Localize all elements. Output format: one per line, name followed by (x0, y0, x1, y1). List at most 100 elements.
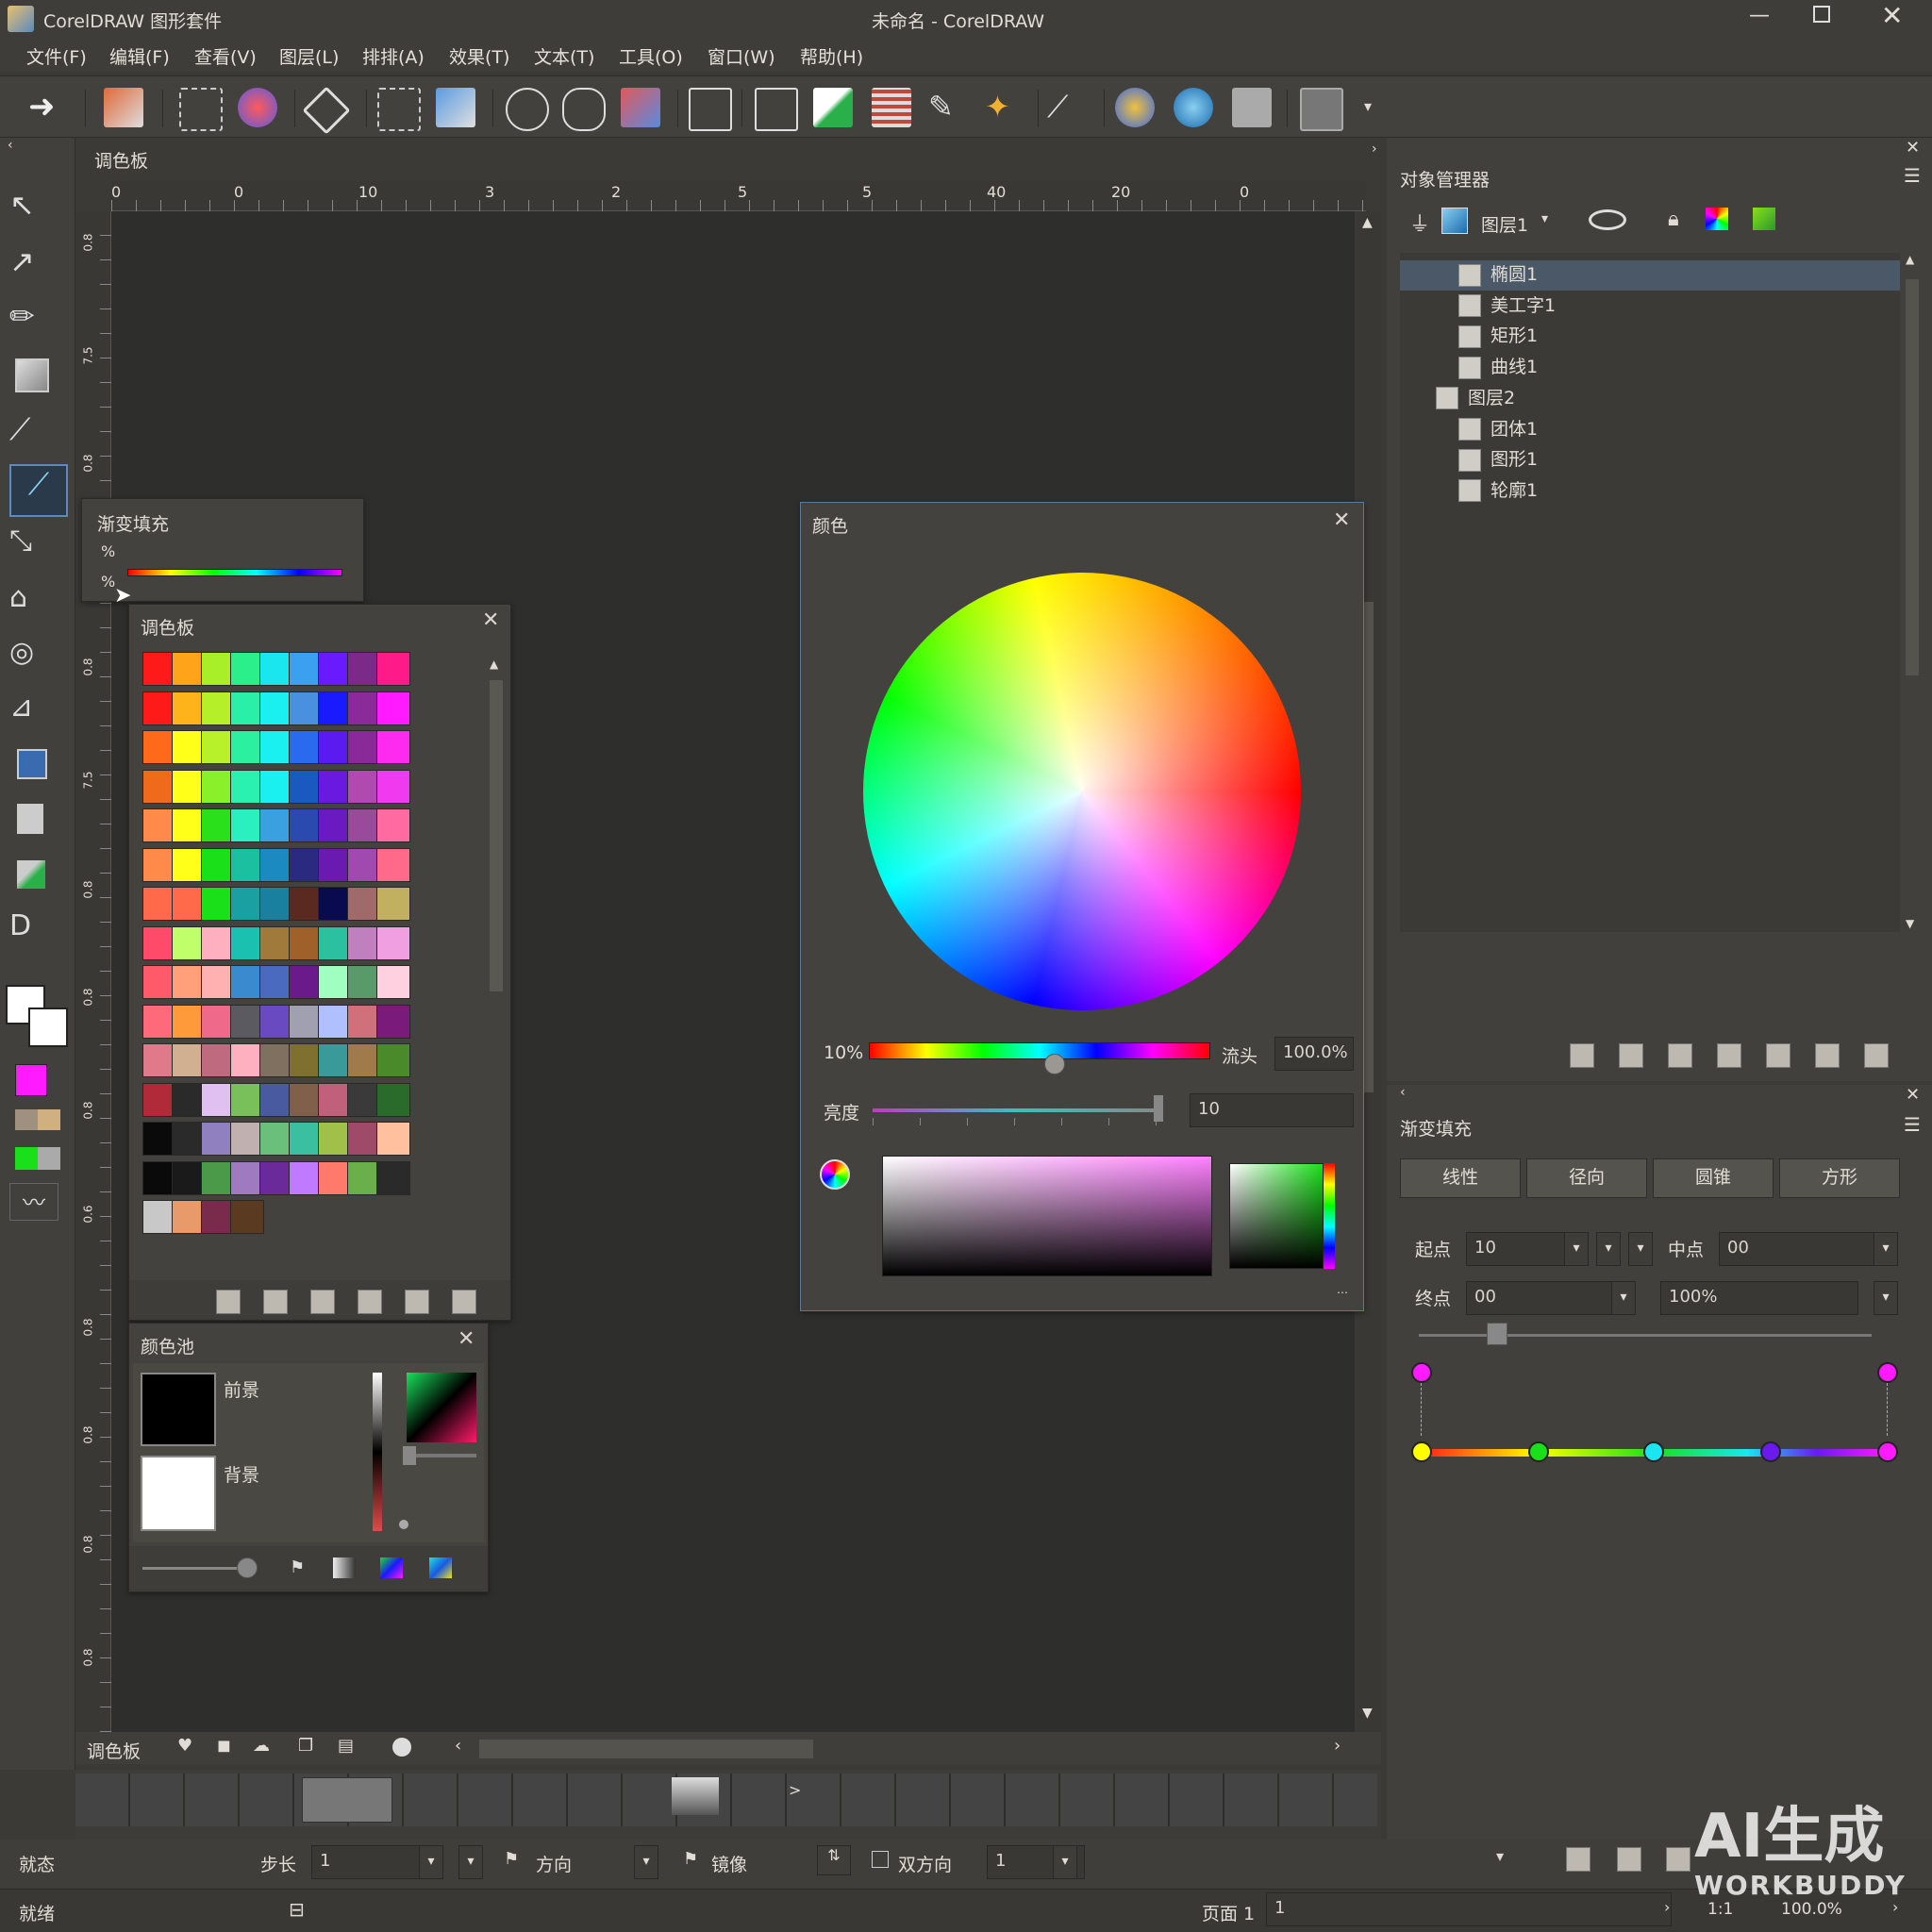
brightness-value-field[interactable]: 10 (1190, 1093, 1354, 1127)
gradient-icon[interactable] (813, 88, 853, 127)
color-wheel[interactable] (863, 573, 1301, 1010)
contour-tool-icon[interactable]: D (9, 909, 64, 958)
brightness-slider[interactable] (873, 1108, 1159, 1112)
mirror-flag-icon[interactable]: ⚑ (683, 1849, 698, 1869)
object-tree-scrollbar[interactable]: ▲ ▼ (1900, 253, 1924, 932)
rotate-icon[interactable] (302, 86, 351, 135)
menu-window[interactable]: 窗口(W) (708, 43, 775, 69)
maximize-icon[interactable] (1813, 6, 1830, 23)
palette-swatch[interactable] (376, 808, 410, 842)
lock-icon[interactable]: 🔒︎ (1668, 208, 1679, 231)
om-duplicate-icon[interactable] (1717, 1043, 1741, 1068)
hue-slider-thumb[interactable] (1044, 1054, 1065, 1074)
pick-tool-icon[interactable]: ↖ (9, 187, 64, 236)
green-swatch[interactable] (15, 1147, 60, 1170)
collapse-left-icon[interactable]: ‹ (8, 138, 13, 153)
rainbow-icon[interactable] (1706, 208, 1728, 230)
cloud-icon[interactable]: ☁ (253, 1736, 270, 1756)
menu-arrange[interactable]: 排排(A) (362, 43, 425, 69)
direction-flag-icon[interactable]: ⚑ (504, 1849, 519, 1869)
object-tree-item[interactable]: 矩形1 (1400, 322, 1900, 352)
pen-icon[interactable]: ✎ (928, 88, 968, 127)
start-dropdown-icon-2[interactable]: ▾ (1596, 1232, 1621, 1266)
palette-swatch[interactable] (376, 1004, 410, 1039)
size-slider-thumb[interactable] (237, 1557, 258, 1578)
status-pin-icon[interactable]: ⊟ (289, 1898, 305, 1921)
shape-icon[interactable] (562, 88, 606, 131)
blue-gradient-icon[interactable] (429, 1557, 452, 1578)
transform-icon[interactable] (179, 88, 223, 131)
fill-tool-icon[interactable]: ⌂ (9, 581, 64, 630)
pencil-tool-icon[interactable]: ✏ (9, 298, 64, 347)
top-stop-right[interactable] (1877, 1362, 1898, 1383)
resize-grip-icon[interactable]: ⋯ (1337, 1286, 1348, 1299)
scroll-right-icon[interactable]: › (1334, 1736, 1341, 1756)
scroll-thumb[interactable] (1906, 279, 1919, 675)
minimize-icon[interactable]: — (1749, 4, 1770, 27)
start-dropdown-icon[interactable]: ▾ (1564, 1232, 1589, 1266)
object-tree-item[interactable]: 椭圆1 (1400, 260, 1900, 291)
record-icon[interactable] (392, 1738, 411, 1757)
object-manager-menu-icon[interactable]: ☰ (1904, 164, 1921, 187)
menu-layer[interactable]: 图层(L) (279, 43, 339, 69)
select-box-icon[interactable] (377, 88, 421, 131)
gradient-type-radial[interactable]: 径向 (1526, 1158, 1647, 1198)
om-copy-icon[interactable] (1668, 1043, 1692, 1068)
mid-dropdown-icon[interactable]: ▾ (1874, 1232, 1898, 1266)
scroll-thumb[interactable] (490, 680, 503, 991)
palette-swatch[interactable] (376, 769, 410, 804)
object-tree-item[interactable]: 曲线1 (1400, 353, 1900, 383)
percent-field[interactable]: 100% (1660, 1281, 1858, 1315)
scroll-up-icon[interactable]: ▲ (1906, 253, 1914, 266)
heart-icon[interactable]: ♥ (177, 1736, 192, 1756)
palette-swatch[interactable] (376, 925, 410, 960)
om-new-icon[interactable] (1570, 1043, 1594, 1068)
right-status-dropdown-icon[interactable]: ▾ (1496, 1847, 1504, 1865)
gradient-stop[interactable] (1877, 1441, 1898, 1462)
object-tree-item[interactable]: 轮廓1 (1400, 476, 1900, 507)
layer-selector[interactable]: 图层1 (1481, 211, 1528, 237)
scroll-left-icon[interactable]: ‹ (455, 1736, 461, 1756)
document-tab[interactable]: 调色板 (94, 147, 148, 173)
palette-swatch[interactable] (376, 965, 410, 999)
step-field[interactable]: 1 (311, 1845, 428, 1879)
strip-arrow-icon[interactable]: > (789, 1781, 801, 1799)
magenta-swatch[interactable] (15, 1064, 47, 1096)
palette-save-icon[interactable] (405, 1290, 429, 1314)
palette-scrollbar[interactable]: ▲ ▼ (488, 658, 505, 1320)
percent-dropdown-icon[interactable]: ▾ (1874, 1281, 1898, 1315)
object-tree-item[interactable]: 美工字1 (1400, 291, 1900, 322)
hue-value-field[interactable]: 100.0% (1274, 1037, 1354, 1071)
strip-preview-1[interactable] (302, 1777, 392, 1823)
strip-preview-2[interactable] (672, 1777, 719, 1815)
gradient-stop[interactable] (1528, 1441, 1549, 1462)
group-icon[interactable]: ❐ (298, 1736, 313, 1756)
mid-field[interactable]: 00 (1719, 1232, 1881, 1266)
end-dropdown-icon[interactable]: ▾ (1611, 1281, 1636, 1315)
rainbow-gradient-icon[interactable] (380, 1557, 403, 1578)
rectangle-tool-icon[interactable] (9, 353, 64, 402)
signature-tool-icon[interactable]: 〰 (9, 1183, 58, 1221)
color-pool-slider-thumb[interactable] (403, 1446, 416, 1465)
page-next-icon[interactable]: › (1664, 1898, 1670, 1916)
fill-icon[interactable]: ◼ (217, 1736, 231, 1756)
knife-icon[interactable]: ⟋ (1047, 88, 1087, 127)
sphere-icon[interactable] (1174, 88, 1213, 127)
direction-dropdown-icon[interactable]: ▾ (634, 1845, 658, 1879)
gradient-type-conical[interactable]: 圆锥 (1653, 1158, 1774, 1198)
status-icon[interactable] (1666, 1847, 1690, 1872)
end-field[interactable]: 00 (1466, 1281, 1621, 1315)
scroll-down-icon[interactable]: ▼ (1906, 917, 1914, 930)
color-pool-spectrum[interactable] (407, 1373, 476, 1442)
start-dropdown-icon-3[interactable]: ▾ (1628, 1232, 1653, 1266)
linear-gradient-icon[interactable] (333, 1557, 356, 1578)
menu-tools[interactable]: 工具(O) (619, 43, 683, 69)
om-save-icon[interactable] (1815, 1043, 1840, 1068)
gradient-type-square[interactable]: 方形 (1779, 1158, 1900, 1198)
fill-swatch-back[interactable] (28, 1008, 68, 1047)
color-pool-vertical-slider[interactable] (373, 1373, 382, 1531)
page-field[interactable]: 1 (1266, 1892, 1672, 1926)
color-picker-wheel-icon[interactable] (820, 1159, 850, 1190)
chart-icon[interactable] (689, 88, 732, 131)
chevron-down-icon[interactable]: ▾ (1541, 211, 1548, 226)
